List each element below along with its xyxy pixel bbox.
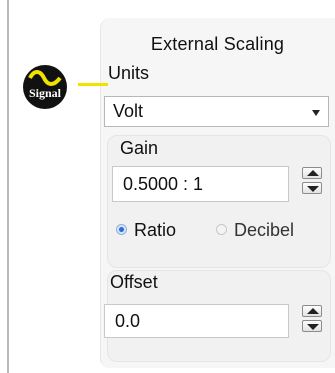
gain-decrement-button[interactable]: [302, 182, 322, 194]
decibel-radio[interactable]: [216, 224, 227, 235]
units-dropdown[interactable]: Volt: [104, 96, 329, 127]
offset-label: Offset: [110, 272, 158, 292]
decibel-label: Decibel: [234, 220, 295, 240]
offset-stepper[interactable]: [302, 305, 324, 337]
ratio-radio[interactable]: [116, 224, 127, 235]
offset-increment-button[interactable]: [302, 305, 322, 317]
chevron-down-icon: [307, 186, 319, 192]
chevron-down-icon: [312, 110, 320, 116]
offset-decrement-button[interactable]: [302, 320, 322, 332]
offset-value: 0.0: [115, 311, 141, 331]
panel-title: External Scaling: [150, 34, 285, 54]
left-divider: [7, 0, 9, 373]
ratio-label: Ratio: [134, 220, 177, 240]
units-label: Units: [108, 63, 150, 83]
gain-increment-button[interactable]: [302, 167, 322, 179]
chevron-up-icon: [307, 308, 319, 314]
offset-input[interactable]: 0.0: [104, 304, 289, 338]
gain-value: 0.5000 : 1: [123, 174, 204, 194]
signal-icon[interactable]: Signal: [12, 62, 78, 112]
chevron-down-icon: [307, 324, 319, 330]
signal-connector-line: [78, 83, 108, 86]
gain-label: Gain: [120, 138, 159, 158]
signal-icon-label: Signal: [29, 86, 62, 100]
gain-stepper[interactable]: [302, 167, 324, 199]
gain-input[interactable]: 0.5000 : 1: [112, 166, 289, 202]
chevron-up-icon: [307, 170, 319, 176]
units-selected-value: Volt: [113, 101, 144, 121]
